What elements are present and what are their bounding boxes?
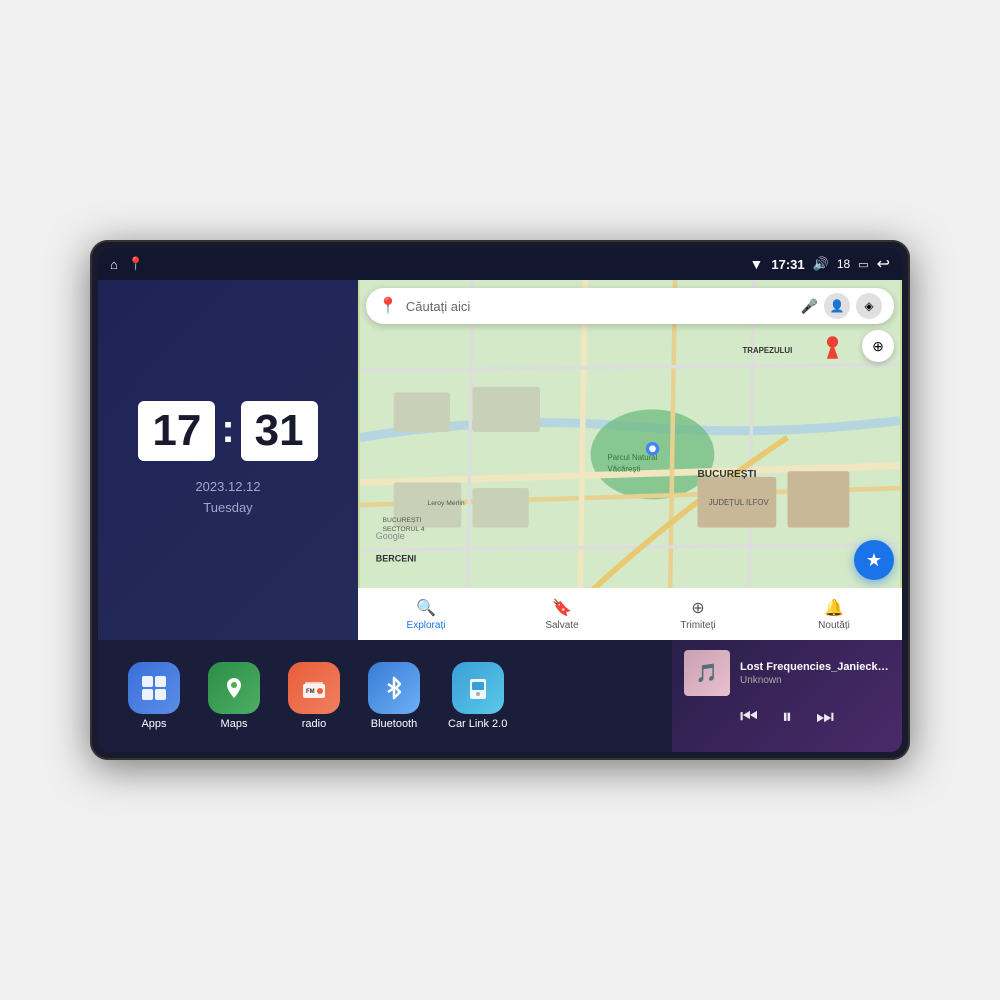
map-nav-explore-label: Explorați	[407, 620, 446, 631]
app-item-radio[interactable]: FM radio	[278, 656, 350, 736]
bluetooth-icon	[368, 662, 420, 714]
maps-label: Maps	[221, 718, 248, 730]
main-content: 17 : 31 2023.12.12 Tuesday	[98, 280, 902, 752]
carlink-icon	[452, 662, 504, 714]
apps-label: Apps	[141, 718, 166, 730]
apps-icon	[128, 662, 180, 714]
map-nav-share[interactable]: ⊕ Trimiteți	[630, 598, 766, 631]
app-item-apps[interactable]: Apps	[118, 656, 190, 736]
music-controls: ⏮ ⏸ ⏭	[684, 706, 890, 729]
map-navigate-fab[interactable]: ★	[854, 540, 894, 580]
svg-text:Văcărești: Văcărești	[608, 464, 641, 473]
svg-text:TRAPEZULUI: TRAPEZULUI	[743, 346, 793, 355]
clock-display: 17 : 31	[138, 401, 317, 461]
clock-hours: 17	[138, 401, 215, 461]
maps-icon	[208, 662, 260, 714]
device-screen: ⌂ 📍 ▼ 17:31 🔊 18 ▭ ↩ 17 :	[98, 248, 902, 752]
radio-label: radio	[302, 718, 326, 730]
map-background: Google BUCUREȘTI JUDEȚUL ILFOV TRAPEZULU…	[358, 280, 902, 640]
svg-text:SECTORUL 4: SECTORUL 4	[383, 526, 425, 533]
app-item-carlink[interactable]: Car Link 2.0	[438, 656, 517, 736]
battery-level: 18	[837, 257, 850, 271]
map-nav-saved[interactable]: 🔖 Salvate	[494, 598, 630, 631]
app-item-bluetooth[interactable]: Bluetooth	[358, 656, 430, 736]
news-icon: 🔔	[824, 598, 844, 618]
bluetooth-label: Bluetooth	[371, 718, 417, 730]
share-icon: ⊕	[691, 598, 704, 618]
app-item-maps[interactable]: Maps	[198, 656, 270, 736]
svg-text:BUCUREȘTI: BUCUREȘTI	[698, 469, 757, 480]
carlink-label: Car Link 2.0	[448, 718, 507, 730]
user-avatar[interactable]: 👤	[824, 293, 850, 319]
map-nav-explore[interactable]: 🔍 Explorați	[358, 598, 494, 631]
music-artist: Unknown	[740, 675, 890, 686]
signal-icon: ▼	[750, 256, 764, 272]
saved-icon: 🔖	[552, 598, 572, 618]
top-section: 17 : 31 2023.12.12 Tuesday	[98, 280, 902, 640]
map-side-controls: ⊕	[862, 330, 894, 362]
map-nav-news[interactable]: 🔔 Noutăți	[766, 598, 902, 631]
map-search-bar[interactable]: 📍 Căutați aici 🎤 👤 ◈	[366, 288, 894, 324]
music-prev-button[interactable]: ⏮	[740, 706, 758, 729]
music-text: Lost Frequencies_Janieck Devy-... Unknow…	[740, 661, 890, 686]
map-nav-share-label: Trimiteți	[680, 620, 715, 631]
map-nav-saved-label: Salvate	[545, 620, 578, 631]
bottom-section: Apps Maps	[98, 640, 902, 752]
clock-date: 2023.12.12 Tuesday	[195, 477, 260, 519]
status-left-icons: ⌂ 📍	[110, 256, 144, 272]
device-frame: ⌂ 📍 ▼ 17:31 🔊 18 ▭ ↩ 17 :	[90, 240, 910, 760]
svg-text:JUDEȚUL ILFOV: JUDEȚUL ILFOV	[709, 498, 770, 507]
volume-icon: 🔊	[813, 256, 829, 272]
status-right-icons: ▼ 17:31 🔊 18 ▭ ↩	[750, 254, 890, 274]
back-button[interactable]: ↩	[877, 254, 890, 274]
apps-panel: Apps Maps	[98, 640, 672, 752]
radio-icon: FM	[288, 662, 340, 714]
music-panel: 🎵 Lost Frequencies_Janieck Devy-... Unkn…	[672, 640, 902, 752]
music-info: 🎵 Lost Frequencies_Janieck Devy-... Unkn…	[684, 650, 890, 696]
map-panel[interactable]: Google BUCUREȘTI JUDEȚUL ILFOV TRAPEZULU…	[358, 280, 902, 640]
map-nav-news-label: Noutăți	[818, 620, 850, 631]
svg-text:Leroy Merlin: Leroy Merlin	[428, 500, 465, 507]
clock-panel: 17 : 31 2023.12.12 Tuesday	[98, 280, 358, 640]
music-next-button[interactable]: ⏭	[816, 706, 834, 729]
explore-icon: 🔍	[416, 598, 436, 618]
music-thumbnail: 🎵	[684, 650, 730, 696]
music-title: Lost Frequencies_Janieck Devy-...	[740, 661, 890, 673]
svg-text:BUCUREȘTI: BUCUREȘTI	[383, 517, 422, 524]
map-bottom-nav: 🔍 Explorați 🔖 Salvate ⊕ Trimiteți 🔔	[358, 588, 902, 640]
svg-text:FM: FM	[306, 689, 315, 695]
battery-icon: ▭	[858, 258, 868, 271]
status-bar: ⌂ 📍 ▼ 17:31 🔊 18 ▭ ↩	[98, 248, 902, 280]
svg-text:BERCENI: BERCENI	[376, 553, 417, 563]
clock-minutes: 31	[241, 401, 318, 461]
music-play-pause-button[interactable]: ⏸	[782, 706, 792, 729]
home-icon[interactable]: ⌂	[110, 257, 118, 272]
map-search-action-icons: 🎤 👤 ◈	[801, 293, 882, 319]
status-time: 17:31	[771, 257, 804, 272]
compass-button[interactable]: ⊕	[862, 330, 894, 362]
maps-status-icon[interactable]: 📍	[128, 256, 144, 272]
clock-colon: :	[221, 407, 234, 452]
voice-search-icon[interactable]: 🎤	[801, 298, 818, 315]
map-search-placeholder[interactable]: Căutați aici	[406, 299, 793, 314]
google-maps-pin-icon: 📍	[378, 296, 398, 316]
layers-icon[interactable]: ◈	[856, 293, 882, 319]
